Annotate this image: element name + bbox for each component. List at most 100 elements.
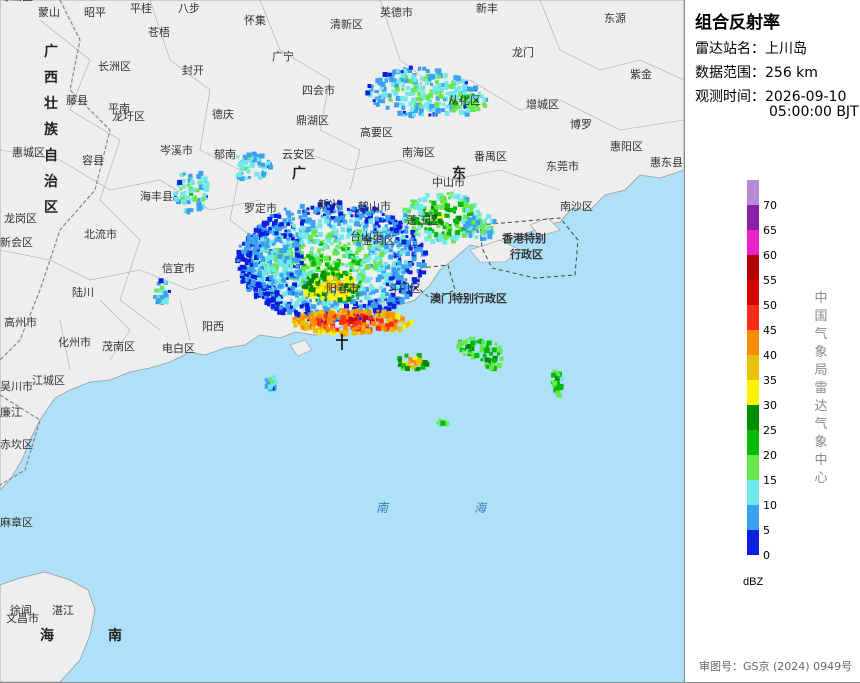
echo-pixel <box>443 98 447 102</box>
echo-pixel <box>364 223 369 228</box>
echo-pixel <box>416 262 422 267</box>
echo-pixel <box>391 272 395 276</box>
echo-pixel <box>235 173 240 178</box>
echo-pixel <box>263 267 267 271</box>
echo-pixel <box>468 86 474 92</box>
echo-pixel <box>464 224 469 229</box>
echo-pixel <box>428 235 432 239</box>
echo-pixel <box>468 349 472 353</box>
echo-pixel <box>449 208 454 213</box>
echo-pixel <box>297 283 302 288</box>
echo-pixel <box>295 289 298 293</box>
echo-pixel <box>555 390 561 396</box>
echo-pixel <box>482 344 486 348</box>
echo-pixel <box>274 290 280 296</box>
echo-pixel <box>414 248 419 253</box>
echo-pixel <box>423 229 427 233</box>
echo-pixel <box>414 108 418 113</box>
echo-pixel <box>377 315 381 319</box>
echo-pixel <box>318 314 323 319</box>
echo-pixel <box>394 86 400 92</box>
echo-pixel <box>442 103 446 106</box>
province-label: 广 <box>292 165 306 182</box>
place-label: 藤县 <box>66 94 88 107</box>
echo-pixel <box>552 369 556 373</box>
echo-pixel <box>270 250 274 254</box>
echo-pixel <box>375 216 379 221</box>
echo-pixel <box>475 209 480 214</box>
echo-pixel <box>341 262 345 266</box>
echo-pixel <box>299 315 305 321</box>
echo-pixel <box>496 363 502 369</box>
echo-pixel <box>323 313 328 318</box>
echo-pixel <box>480 237 484 241</box>
echo-pixel <box>379 285 384 290</box>
echo-pixel <box>353 309 357 313</box>
echo-pixel <box>301 303 305 307</box>
time-row: 观测时间：2026-09-10 <box>695 86 846 106</box>
echo-pixel <box>428 200 432 204</box>
echo-pixel <box>417 197 422 202</box>
echo-pixel <box>442 239 448 245</box>
echo-pixel <box>428 73 434 79</box>
echo-pixel <box>300 225 306 231</box>
legend-swatch <box>747 180 759 205</box>
echo-pixel <box>400 74 405 78</box>
echo-pixel <box>300 320 306 326</box>
echo-pixel <box>267 384 273 390</box>
echo-pixel <box>280 235 284 239</box>
echo-pixel <box>489 351 493 356</box>
legend-label: 20 <box>763 449 777 462</box>
province-label-char: 自 <box>44 147 58 164</box>
time-value-time: 05:00:00 BJT <box>769 104 859 120</box>
echo-pixel <box>381 267 385 272</box>
echo-pixel <box>292 319 296 324</box>
place-label: 番禺区 <box>474 150 507 163</box>
echo-pixel <box>401 105 406 110</box>
echo-pixel <box>437 74 441 79</box>
place-label: 苍梧 <box>148 25 170 39</box>
echo-pixel <box>367 84 372 88</box>
echo-pixel <box>316 260 322 266</box>
echo-pixel <box>444 213 449 218</box>
echo-pixel <box>499 356 504 361</box>
echo-pixel <box>300 325 305 330</box>
echo-pixel <box>417 247 423 252</box>
legend-swatch <box>747 355 759 380</box>
echo-pixel <box>324 256 329 262</box>
echo-pixel <box>300 221 304 226</box>
echo-pixel <box>296 253 300 258</box>
echo-pixel <box>455 237 459 241</box>
echo-pixel <box>404 229 409 234</box>
echo-pixel <box>306 280 312 286</box>
echo-pixel <box>400 70 404 74</box>
place-label: 龙岗区 <box>4 212 37 225</box>
echo-pixel <box>366 310 372 315</box>
echo-pixel <box>401 320 405 324</box>
echo-pixel <box>388 297 394 302</box>
echo-pixel <box>287 287 291 291</box>
echo-pixel <box>340 227 346 233</box>
echo-pixel <box>259 247 265 253</box>
map-canvas: 蒙山 昭平 平桂 八步怀集 清新区英德市 新丰东源苍梧长洲区 封开广宁四会市龙门紫金藤县平南… <box>0 0 684 682</box>
echo-pixel <box>483 226 487 230</box>
echo-pixel <box>267 251 271 255</box>
echo-pixel <box>387 272 392 277</box>
place-label: 斗门区 <box>388 281 421 295</box>
echo-pixel <box>374 252 378 255</box>
echo-pixel <box>387 228 390 232</box>
echo-pixel <box>407 270 411 274</box>
echo-pixel <box>413 85 418 89</box>
echo-pixel <box>463 202 469 208</box>
echo-pixel <box>388 248 393 253</box>
place-label: 从化区 <box>448 93 481 107</box>
legend-swatch <box>747 405 759 430</box>
echo-pixel <box>473 85 478 91</box>
echo-pixel <box>249 162 255 168</box>
echo-pixel <box>318 232 323 238</box>
radar-map[interactable]: 蒙山 昭平 平桂 八步 怀集 清新区 英德市 新丰 东源 苍梧 长洲区 封开 广宁 四会市 龙门 紫金 藤县 平南… <box>0 0 684 682</box>
echo-pixel <box>444 203 450 209</box>
echo-pixel <box>374 221 378 225</box>
echo-pixel <box>266 263 270 266</box>
echo-pixel <box>326 275 332 281</box>
